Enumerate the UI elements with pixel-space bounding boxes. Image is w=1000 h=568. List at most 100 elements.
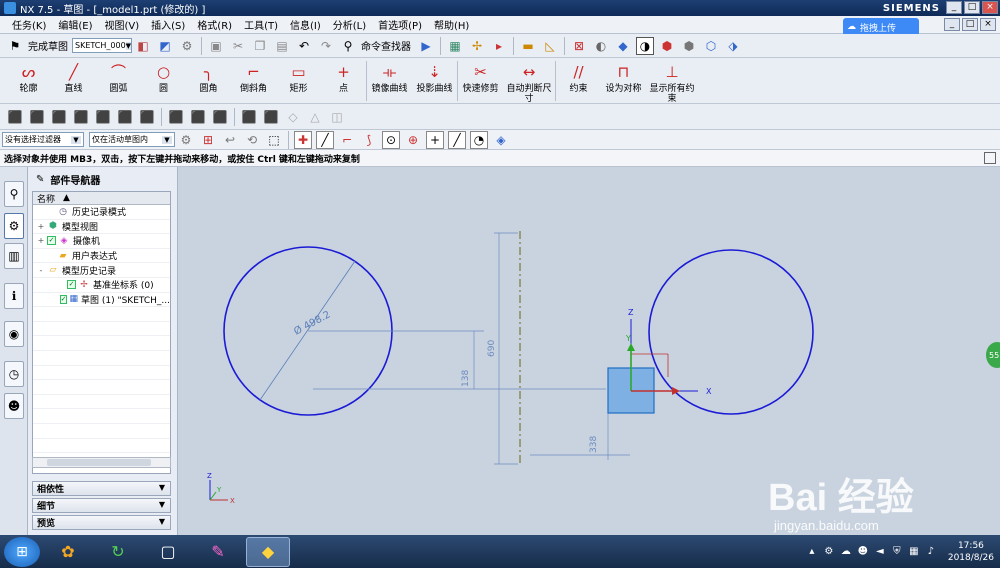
snap-endpoint-icon[interactable]: ✚ (294, 130, 312, 149)
tool-fillet-button[interactable]: ╮ 圆角 (186, 59, 231, 103)
vertical-dimension-690[interactable]: 690 (487, 340, 497, 357)
extrude-icon[interactable]: ⬛ (6, 108, 24, 126)
close-button[interactable]: × (982, 1, 998, 14)
reuse-library-icon[interactable]: ▥ (4, 243, 24, 269)
subtract-icon[interactable]: ⬛ (189, 108, 207, 126)
pad-icon[interactable]: ⬛ (116, 108, 134, 126)
start-button[interactable]: ⊞ (4, 536, 40, 567)
menu-task[interactable]: 任务(K) (6, 17, 52, 32)
tool-mirror-curve-button[interactable]: ⟛ 镜像曲线 (367, 59, 412, 103)
tool-profile-button[interactable]: ᔕ 轮廓 (6, 59, 51, 103)
slot-icon[interactable]: ⬛ (138, 108, 156, 126)
undo-icon[interactable]: ↶ (295, 37, 313, 55)
tool-constraint-button[interactable]: // 约束 (556, 59, 601, 103)
select-all-icon[interactable]: ⊞ (199, 131, 217, 149)
tray-penguin-icon[interactable]: ☻ (857, 546, 869, 558)
tool-point-button[interactable]: + 点 (321, 59, 366, 103)
info-icon[interactable]: ℹ (4, 283, 24, 309)
lasso-icon[interactable]: ⟲ (243, 131, 261, 149)
edge-blend-icon[interactable]: ⬛ (240, 108, 258, 126)
menu-help[interactable]: 帮助(H) (428, 17, 475, 32)
view-orient-icon[interactable]: ⬡ (702, 37, 720, 55)
assembly-navigator-icon[interactable]: ⚲ (4, 181, 24, 207)
redo-icon[interactable]: ↷ (317, 37, 335, 55)
doc-minimize-button[interactable]: _ (944, 18, 960, 31)
trimetric-icon[interactable]: ⬗ (724, 37, 742, 55)
expand-icon[interactable]: + (37, 236, 45, 245)
cut-icon[interactable]: ✂ (229, 37, 247, 55)
tree-node[interactable]: ◷ 历史记录模式 (33, 205, 170, 220)
dependencies-panel[interactable]: 相依性 ▼ (32, 481, 171, 496)
orient-view-icon[interactable]: ◧ (134, 37, 152, 55)
reattach-icon[interactable]: ◩ (156, 37, 174, 55)
copy-icon[interactable]: ❐ (251, 37, 269, 55)
tree-node[interactable]: ▰ 用户表达式 (33, 249, 170, 264)
visibility-checkbox[interactable]: ✓ (47, 236, 56, 246)
selection-scope-combo[interactable]: 仅在活动草图内 ▼ (89, 132, 175, 147)
save-icon[interactable]: ▣ (207, 37, 225, 55)
doc-close-button[interactable]: × (980, 18, 996, 31)
pin-icon[interactable]: ✎ (36, 174, 44, 185)
dimension-338[interactable]: 338 (589, 436, 599, 453)
tree-node[interactable]: + ✓ ◈ 摄像机 (33, 234, 170, 249)
menu-view[interactable]: 视图(V) (99, 17, 146, 32)
column-header-name[interactable]: 名称 ▲ (33, 192, 170, 205)
rotate-view-icon[interactable]: ◐ (592, 37, 610, 55)
layers-icon[interactable]: ▦ (446, 37, 464, 55)
menu-tools[interactable]: 工具(T) (238, 17, 284, 32)
navigator-hscrollbar[interactable] (32, 457, 171, 468)
update-model-icon[interactable]: ⚙ (178, 37, 196, 55)
menu-insert[interactable]: 插入(S) (145, 17, 191, 32)
menu-info[interactable]: 信息(I) (284, 17, 327, 32)
tray-gear-icon[interactable]: ⚙ (823, 546, 835, 558)
roles-icon[interactable]: ☻ (4, 393, 24, 419)
menu-edit[interactable]: 编辑(E) (52, 17, 98, 32)
visibility-checkbox[interactable]: ✓ (59, 294, 68, 304)
render-style-icon[interactable]: ◆ (614, 37, 632, 55)
taskbar-app-1[interactable]: ✿ (46, 537, 90, 567)
minimize-button[interactable]: _ (946, 1, 962, 14)
taskbar-app-2[interactable]: ↻ (96, 537, 140, 567)
snap-control-icon[interactable]: ⌐ (338, 131, 356, 149)
draft-icon[interactable]: △ (306, 108, 324, 126)
sketch-name-combo[interactable]: SKETCH_000 ▼ (72, 38, 132, 53)
snap-center-icon[interactable]: ⊙ (382, 130, 400, 149)
collapse-icon[interactable]: - (37, 266, 45, 275)
fit-view-icon[interactable]: ⊠ (570, 37, 588, 55)
hole-icon[interactable]: ⬛ (50, 108, 68, 126)
tree-node[interactable]: ✓ ✢ 基准坐标系 (0) (33, 278, 170, 293)
angle-icon[interactable]: ◺ (541, 37, 559, 55)
tray-volume-icon[interactable]: ♪ (925, 546, 937, 558)
selection-mode-icon[interactable]: ▶ (417, 37, 435, 55)
expand-icon[interactable]: + (37, 222, 45, 231)
shaded-icon[interactable]: ◑ (636, 36, 654, 55)
filter-settings-icon[interactable]: ⚙ (177, 131, 195, 149)
pattern-icon[interactable]: ◫ (328, 108, 346, 126)
tool-project-curve-button[interactable]: ⇣ 投影曲线 (412, 59, 457, 103)
menu-preferences[interactable]: 首选项(P) (372, 17, 428, 32)
doc-restore-button[interactable]: □ (962, 18, 978, 31)
tool-symmetric-button[interactable]: ⊓ 设为对称 (601, 59, 646, 103)
web-browser-icon[interactable]: ◉ (4, 321, 24, 347)
menu-analysis[interactable]: 分析(L) (327, 17, 372, 32)
tray-expand-icon[interactable]: ▴ (806, 546, 818, 558)
tree-node[interactable]: ✓ ▦ 草图 (1) "SKETCH_... (33, 293, 170, 308)
snap-tangent-icon[interactable]: ◔ (470, 130, 488, 149)
visibility-checkbox[interactable]: ✓ (67, 280, 76, 290)
finish-sketch-button[interactable]: ⚑ 完成草图 (4, 37, 68, 55)
revolve-icon[interactable]: ⬛ (28, 108, 46, 126)
wcs-icon[interactable]: ✢ (468, 37, 486, 55)
part-icon[interactable]: ◈ (492, 131, 510, 149)
taskbar-clock[interactable]: 17:56 2018/8/26 (948, 540, 994, 564)
history-icon[interactable]: ◷ (4, 361, 24, 387)
snap-on-curve-icon[interactable]: ╱ (448, 130, 466, 149)
taskbar-nx[interactable]: ◆ (246, 536, 290, 567)
part-navigator-icon[interactable]: ⚙ (4, 213, 24, 239)
tool-quick-trim-button[interactable]: ✂ 快速修剪 (458, 59, 503, 103)
taskbar-app-4[interactable]: ✎ (196, 537, 240, 567)
hidden-edges-icon[interactable]: ⬢ (680, 37, 698, 55)
tree-node[interactable]: - ▱ 模型历史记录 (33, 263, 170, 278)
preview-panel[interactable]: 预览 ▼ (32, 515, 171, 530)
tree-node[interactable]: + ⬢ 模型视图 (33, 220, 170, 235)
tool-rectangle-button[interactable]: ▭ 矩形 (276, 59, 321, 103)
